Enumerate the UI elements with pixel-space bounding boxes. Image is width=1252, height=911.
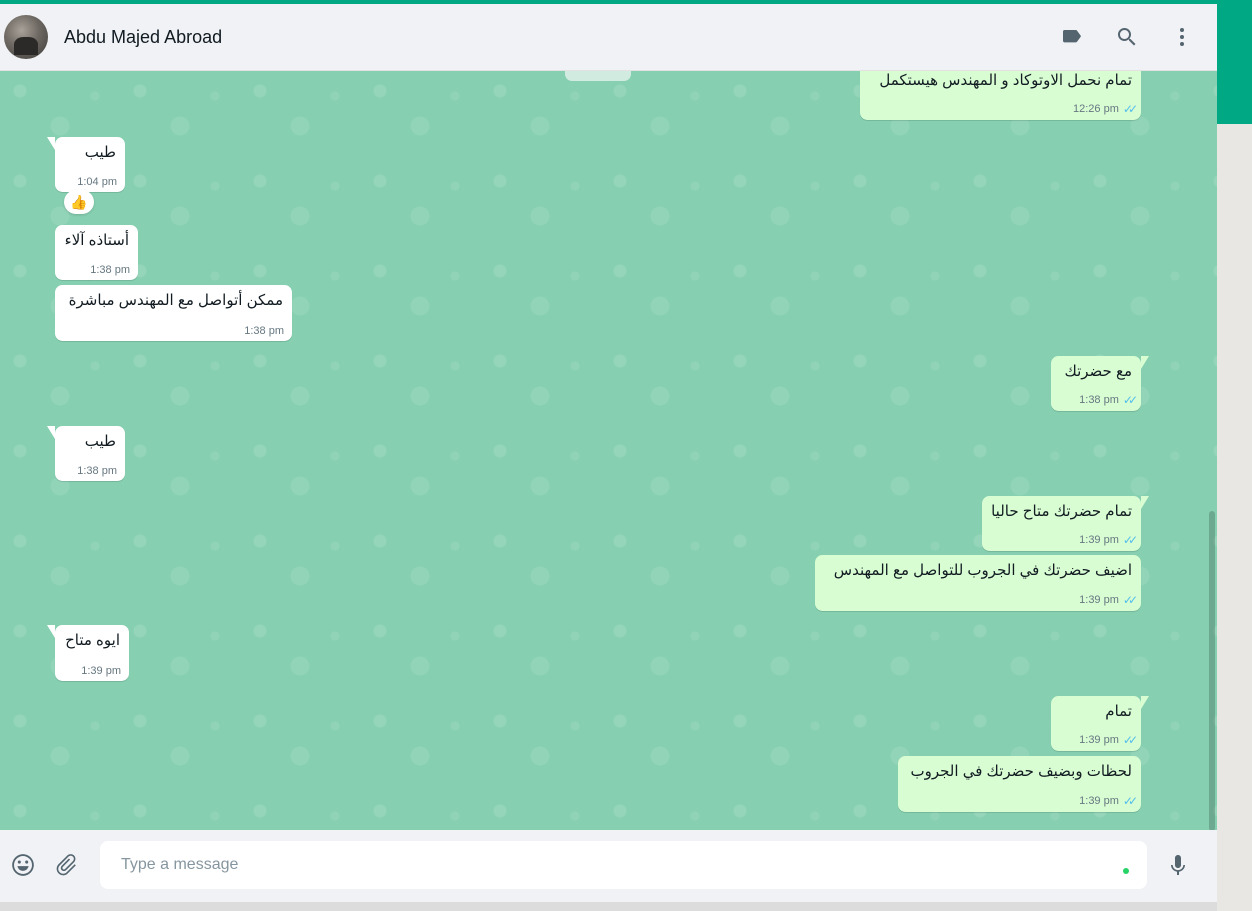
message-outgoing[interactable]: تمام 1:39 pm ✓✓ — [1051, 696, 1149, 751]
footer-divider — [0, 902, 1217, 911]
label-icon[interactable] — [1052, 17, 1092, 57]
message-text: تمام حضرتك متاح حاليا — [991, 503, 1132, 520]
message-meta: 1:38 pm — [90, 264, 130, 276]
message-text: لحظات وبضيف حضرتك في الجروب — [910, 763, 1132, 780]
read-ticks-icon: ✓✓ — [1122, 733, 1138, 747]
message-text: تمام نحمل الاوتوكاد و المهندس هيستكمل — [879, 72, 1132, 89]
message-incoming[interactable]: طيب 1:04 pm — [47, 137, 125, 192]
message-time: 1:39 pm — [1079, 795, 1119, 807]
avatar[interactable] — [4, 15, 48, 59]
scrollbar[interactable] — [1209, 511, 1215, 830]
message-meta: 12:26 pm ✓✓ — [1073, 102, 1138, 116]
read-ticks-icon: ✓✓ — [1122, 393, 1138, 407]
reaction-badge[interactable]: 👍 — [64, 190, 94, 214]
message-meta: 1:38 pm — [77, 465, 117, 477]
contact-name[interactable]: Abdu Majed Abroad — [64, 27, 222, 48]
header-actions — [1052, 4, 1217, 70]
message-incoming[interactable]: ممكن أتواصل مع المهندس مباشرة 1:38 pm — [55, 285, 292, 341]
message-time: 1:04 pm — [77, 176, 117, 188]
composer — [0, 830, 1217, 902]
message-incoming[interactable]: أستاذه آلاء 1:38 pm — [55, 225, 138, 280]
message-time: 1:38 pm — [1079, 394, 1119, 406]
message-text: أستاذه آلاء — [64, 232, 129, 249]
message-meta: 1:38 pm ✓✓ — [1079, 393, 1138, 407]
message-text: تمام — [1105, 703, 1132, 720]
message-time: 1:38 pm — [90, 264, 130, 276]
message-input[interactable] — [119, 855, 1083, 875]
message-time: 1:39 pm — [1079, 594, 1119, 606]
message-time: 1:39 pm — [81, 665, 121, 677]
message-outgoing[interactable]: تمام نحمل الاوتوكاد و المهندس هيستكمل 12… — [860, 71, 1141, 120]
message-meta: 1:38 pm — [244, 325, 284, 337]
message-meta: 1:39 pm ✓✓ — [1079, 794, 1138, 808]
attach-icon[interactable] — [50, 848, 84, 882]
status-dot — [1123, 868, 1129, 874]
message-text: طيب — [84, 433, 116, 450]
message-outgoing[interactable]: اضيف حضرتك في الجروب للتواصل مع المهندس … — [815, 555, 1141, 611]
message-time: 12:26 pm — [1073, 103, 1119, 115]
read-ticks-icon: ✓✓ — [1122, 593, 1138, 607]
message-outgoing[interactable]: تمام حضرتك متاح حاليا 1:39 pm ✓✓ — [982, 496, 1149, 551]
thumbs-up-icon: 👍 — [70, 193, 88, 210]
message-time: 1:39 pm — [1079, 534, 1119, 546]
read-ticks-icon: ✓✓ — [1122, 102, 1138, 116]
message-text: مع حضرتك — [1064, 363, 1132, 380]
chat-window: Abdu Majed Abroad تمام نحمل الاوتوكاد و … — [0, 4, 1217, 911]
message-time: 1:38 pm — [244, 325, 284, 337]
message-incoming[interactable]: طيب 1:38 pm — [47, 426, 125, 481]
message-time: 1:38 pm — [77, 465, 117, 477]
date-divider — [565, 71, 631, 81]
chat-wallpaper — [0, 71, 1217, 830]
message-text: اضيف حضرتك في الجروب للتواصل مع المهندس — [833, 562, 1132, 579]
message-list[interactable]: تمام نحمل الاوتوكاد و المهندس هيستكمل 12… — [0, 71, 1217, 830]
right-background-strip — [1217, 0, 1252, 911]
chat-header: Abdu Majed Abroad — [0, 4, 1217, 71]
message-meta: 1:39 pm — [81, 665, 121, 677]
message-outgoing[interactable]: لحظات وبضيف حضرتك في الجروب 1:39 pm ✓✓ — [898, 756, 1141, 812]
message-time: 1:39 pm — [1079, 734, 1119, 746]
read-ticks-icon: ✓✓ — [1122, 794, 1138, 808]
message-meta: 1:04 pm — [77, 176, 117, 188]
read-ticks-icon: ✓✓ — [1122, 533, 1138, 547]
message-meta: 1:39 pm ✓✓ — [1079, 733, 1138, 747]
message-text: ايوه متاح — [65, 632, 120, 649]
mic-icon[interactable] — [1161, 848, 1195, 882]
message-outgoing[interactable]: مع حضرتك 1:38 pm ✓✓ — [1051, 356, 1149, 411]
message-meta: 1:39 pm ✓✓ — [1079, 533, 1138, 547]
right-accent-block — [1217, 0, 1252, 124]
message-text: طيب — [84, 144, 116, 161]
search-icon[interactable] — [1107, 17, 1147, 57]
message-input-box[interactable] — [100, 841, 1147, 889]
menu-icon[interactable] — [1162, 17, 1202, 57]
message-text: ممكن أتواصل مع المهندس مباشرة — [68, 292, 283, 309]
message-meta: 1:39 pm ✓✓ — [1079, 593, 1138, 607]
emoji-icon[interactable] — [6, 848, 40, 882]
message-incoming[interactable]: ايوه متاح 1:39 pm — [47, 625, 129, 681]
